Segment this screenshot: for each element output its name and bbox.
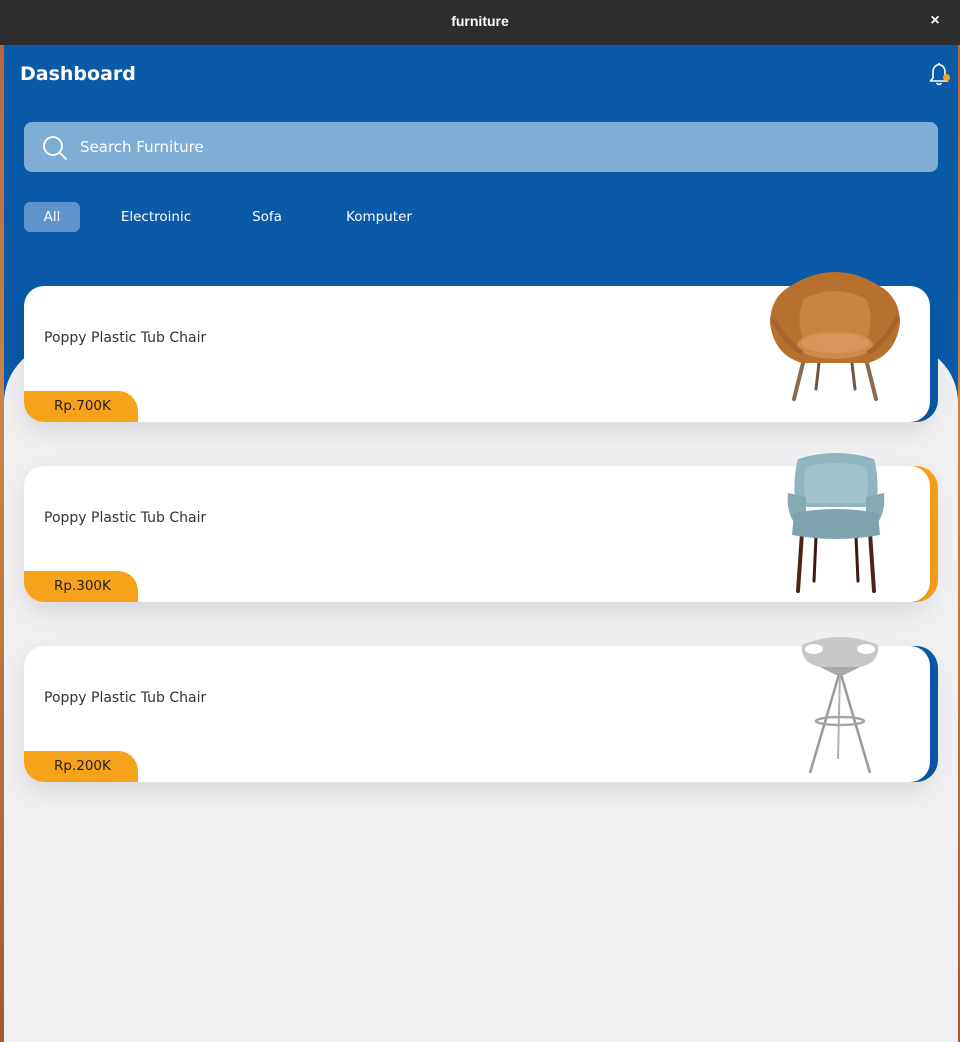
tab-electroinic[interactable]: Electroinic xyxy=(112,202,200,232)
product-name: Poppy Plastic Tub Chair xyxy=(44,330,207,346)
bar-stool-image xyxy=(800,631,880,775)
price-badge: Rp.200K xyxy=(24,751,138,782)
search-bar[interactable] xyxy=(24,122,938,172)
notification-dot xyxy=(943,74,950,81)
price-badge: Rp.300K xyxy=(24,571,138,602)
product-name: Poppy Plastic Tub Chair xyxy=(44,510,207,526)
tab-sofa[interactable]: Sofa xyxy=(242,202,292,232)
close-icon[interactable]: × xyxy=(928,12,942,30)
armchair-image xyxy=(764,267,906,403)
price-badge: Rp.700K xyxy=(24,391,138,422)
app-window: Dashboard All Electroinic Sofa Komputer … xyxy=(4,45,958,1042)
product-name: Poppy Plastic Tub Chair xyxy=(44,690,207,706)
bell-icon[interactable] xyxy=(928,61,950,87)
search-input[interactable] xyxy=(80,122,920,172)
tab-komputer[interactable]: Komputer xyxy=(334,202,424,232)
tab-all[interactable]: All xyxy=(24,202,80,232)
search-icon xyxy=(42,135,68,161)
dining-chair-image xyxy=(784,451,888,593)
page-title: Dashboard xyxy=(20,63,136,85)
card-body: Poppy Plastic Tub Chair Rp.200K xyxy=(24,646,930,782)
window-titlebar: furniture × xyxy=(0,0,960,45)
window-title: furniture xyxy=(451,13,509,29)
